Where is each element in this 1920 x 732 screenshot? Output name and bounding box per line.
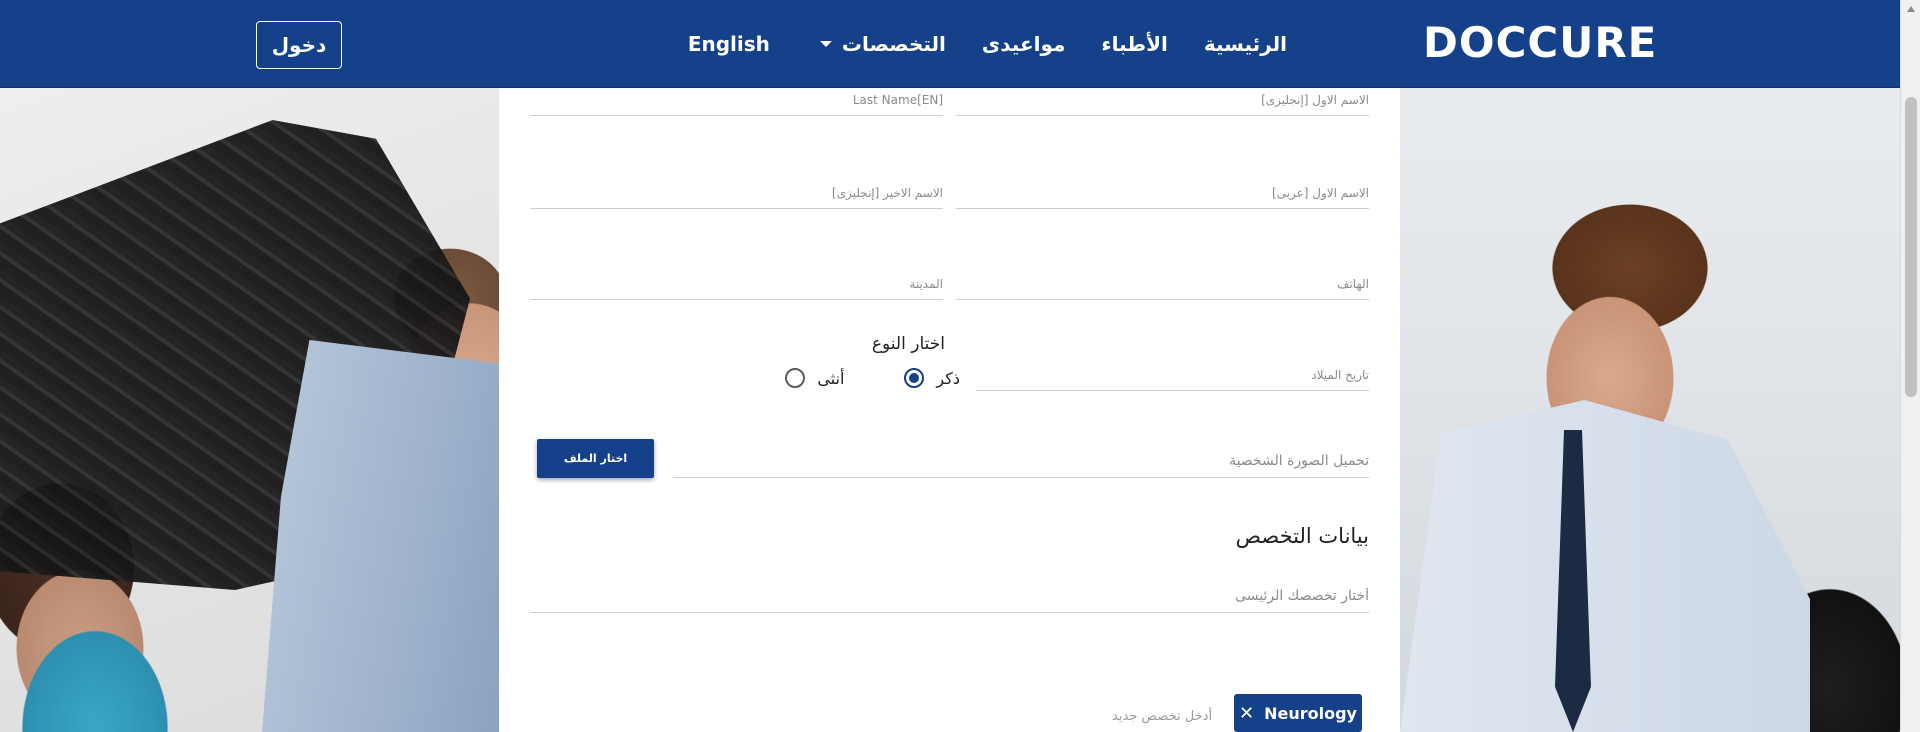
gender-option-male[interactable]: ذكر <box>904 368 960 388</box>
nav-home-label: الرئيسية <box>1203 32 1287 56</box>
gender-title: اختار النوع <box>871 334 945 354</box>
last-name-en-top-input[interactable] <box>530 93 943 107</box>
birth-date-input[interactable] <box>976 368 1369 382</box>
photo-field[interactable] <box>673 448 1369 478</box>
top-navbar: DOCCURE الرئيسية الأطباء مواعيدى التخصصا… <box>0 0 1900 88</box>
first-name-ar-field[interactable] <box>956 179 1369 209</box>
specialty-section-title: بيانات التخصص <box>1235 524 1369 548</box>
choose-file-button[interactable]: اختار الملف <box>537 439 654 478</box>
main-specialty-field[interactable] <box>530 583 1369 613</box>
last-name-en-field[interactable] <box>530 179 943 209</box>
scroll-up-icon[interactable] <box>1907 6 1915 12</box>
photo-input[interactable] <box>673 453 1369 469</box>
login-button[interactable]: دخول <box>256 21 342 69</box>
logo-text: DOCCURE <box>1423 17 1658 67</box>
main-nav: الرئيسية الأطباء مواعيدى التخصصات Englis… <box>670 0 1305 88</box>
city-input[interactable] <box>530 277 943 291</box>
gender-option-female-label: أنثى <box>817 368 845 388</box>
nav-home[interactable]: الرئيسية <box>1186 32 1305 56</box>
radio-male[interactable] <box>904 368 925 388</box>
scroll-thumb[interactable] <box>1905 97 1917 397</box>
nav-language[interactable]: English <box>670 32 802 56</box>
nav-doctors[interactable]: الأطباء <box>1083 32 1185 56</box>
city-field[interactable] <box>530 270 943 300</box>
gender-option-male-label: ذكر <box>936 368 960 388</box>
logo[interactable]: DOCCURE <box>1423 12 1656 72</box>
new-specialty-input[interactable]: أدخل تخصص جديد <box>1112 709 1212 724</box>
nav-appointments[interactable]: مواعيدى <box>964 32 1084 56</box>
gender-option-female[interactable]: أنثى <box>785 368 844 388</box>
specialty-tag: ✕ Neurology <box>1234 694 1362 732</box>
last-name-en-input[interactable] <box>530 186 943 200</box>
nav-appointments-label: مواعيدى <box>981 32 1066 56</box>
first-name-ar-input[interactable] <box>956 186 1369 200</box>
phone-field[interactable] <box>956 270 1369 300</box>
nav-specialties-label: التخصصات <box>841 32 946 56</box>
nav-doctors-label: الأطباء <box>1101 32 1168 56</box>
first-name-en-field[interactable] <box>956 88 1369 116</box>
main-specialty-input[interactable] <box>530 588 1369 604</box>
chevron-down-icon <box>819 41 832 47</box>
close-icon[interactable]: ✕ <box>1239 703 1254 724</box>
nav-specialties[interactable]: التخصصات <box>802 32 964 56</box>
scrollbar[interactable] <box>1900 0 1920 732</box>
gender-radio-group: ذكر أنثى <box>725 368 960 388</box>
phone-input[interactable] <box>956 277 1369 291</box>
radio-female[interactable] <box>785 368 806 388</box>
specialty-tag-label: Neurology <box>1264 703 1357 723</box>
birth-date-field[interactable] <box>976 361 1369 391</box>
last-name-en-top-field[interactable] <box>530 88 943 116</box>
first-name-en-input[interactable] <box>956 93 1369 107</box>
registration-form: اختار النوع ذكر أنثى اختار الملف بيانات … <box>499 88 1400 732</box>
nav-language-label: English <box>687 32 770 56</box>
